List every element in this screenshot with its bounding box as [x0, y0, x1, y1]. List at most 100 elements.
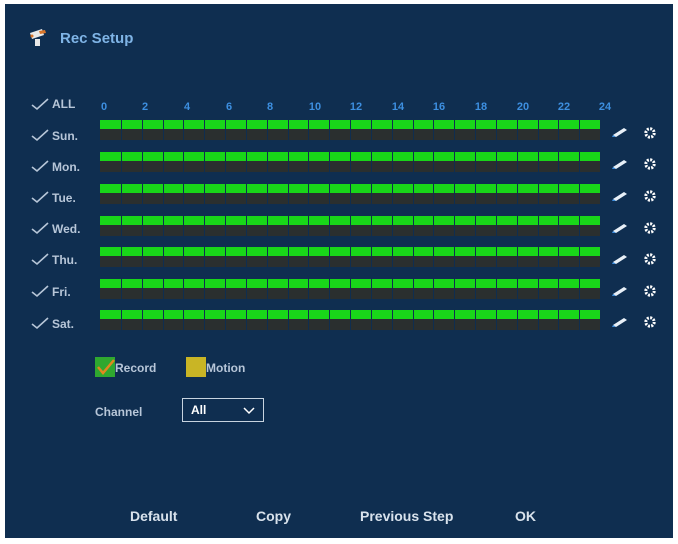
- all-checkbox[interactable]: [30, 97, 50, 111]
- schedule-row-sat[interactable]: [100, 310, 600, 330]
- hour-divider: [308, 152, 310, 172]
- schedule-row-tue[interactable]: [100, 184, 600, 204]
- tue-checkbox[interactable]: [30, 190, 50, 204]
- day-label-sun: Sun.: [52, 129, 78, 143]
- hour-divider: [287, 279, 289, 299]
- hour-divider: [245, 279, 247, 299]
- hour-divider: [225, 247, 226, 267]
- hour-divider: [141, 310, 143, 330]
- hour-divider: [204, 152, 206, 172]
- hour-divider: [412, 279, 414, 299]
- gear-icon[interactable]: [644, 222, 656, 234]
- hour-divider: [475, 279, 476, 299]
- all-label: ALL: [52, 97, 76, 111]
- pencil-icon[interactable]: [612, 159, 628, 169]
- hour-divider: [391, 310, 393, 330]
- hour-divider: [495, 247, 497, 267]
- hour-divider: [183, 184, 185, 204]
- day-label-wed: Wed.: [52, 222, 81, 236]
- schedule-row-sun[interactable]: [100, 120, 600, 140]
- fri-checkbox[interactable]: [30, 284, 50, 298]
- hour-divider: [412, 120, 414, 140]
- gear-icon[interactable]: [644, 158, 656, 170]
- hour-divider: [225, 310, 226, 330]
- pencil-icon[interactable]: [612, 286, 628, 296]
- hour-divider: [558, 310, 560, 330]
- hour-divider: [537, 152, 539, 172]
- hour-divider: [350, 216, 351, 236]
- hour-divider: [308, 310, 310, 330]
- channel-label: Channel: [95, 405, 143, 419]
- hour-label: 22: [557, 101, 571, 113]
- hour-divider: [120, 152, 122, 172]
- hour-divider: [475, 120, 476, 140]
- hour-divider: [370, 184, 372, 204]
- hour-divider: [579, 120, 581, 140]
- hour-label: 6: [225, 101, 233, 113]
- copy-button[interactable]: Copy: [256, 508, 291, 524]
- channel-select[interactable]: All: [182, 398, 264, 422]
- hour-divider: [120, 247, 122, 267]
- schedule-row-mon[interactable]: [100, 152, 600, 172]
- sun-checkbox[interactable]: [30, 128, 50, 142]
- hour-divider: [412, 216, 414, 236]
- hour-divider: [350, 247, 351, 267]
- hour-divider: [162, 310, 164, 330]
- schedule-row-fri[interactable]: [100, 279, 600, 299]
- hour-divider: [579, 310, 581, 330]
- hour-divider: [266, 216, 268, 236]
- hour-divider: [287, 310, 289, 330]
- hour-divider: [350, 152, 351, 172]
- default-button[interactable]: Default: [130, 508, 177, 524]
- hour-divider: [558, 216, 560, 236]
- hour-divider: [579, 279, 581, 299]
- hour-divider: [162, 152, 164, 172]
- mon-checkbox[interactable]: [30, 159, 50, 173]
- hour-divider: [245, 247, 247, 267]
- hour-divider: [266, 247, 268, 267]
- motion-legend-checkbox[interactable]: [186, 357, 206, 377]
- pencil-icon[interactable]: [612, 254, 628, 264]
- schedule-row-wed[interactable]: [100, 216, 600, 236]
- pencil-icon[interactable]: [612, 223, 628, 233]
- hour-divider: [162, 247, 164, 267]
- pencil-icon[interactable]: [612, 191, 628, 201]
- hour-divider: [558, 152, 560, 172]
- previous-step-button[interactable]: Previous Step: [360, 508, 453, 524]
- hour-divider: [475, 247, 476, 267]
- schedule-row-thu[interactable]: [100, 247, 600, 267]
- hour-divider: [433, 310, 435, 330]
- gear-icon[interactable]: [644, 190, 656, 202]
- hour-divider: [370, 152, 372, 172]
- wed-checkbox[interactable]: [30, 221, 50, 235]
- hour-divider: [245, 184, 247, 204]
- ok-button[interactable]: OK: [515, 508, 536, 524]
- hour-divider: [454, 152, 456, 172]
- hour-label: 20: [516, 101, 530, 113]
- record-legend-checkbox[interactable]: [95, 357, 115, 377]
- gear-icon[interactable]: [644, 253, 656, 265]
- gear-icon[interactable]: [644, 316, 656, 328]
- hour-divider: [245, 152, 247, 172]
- hour-divider: [350, 310, 351, 330]
- hour-divider: [370, 279, 372, 299]
- hour-divider: [287, 216, 289, 236]
- gear-icon[interactable]: [644, 127, 656, 139]
- hour-divider: [454, 247, 456, 267]
- hour-divider: [329, 120, 331, 140]
- pencil-icon[interactable]: [612, 127, 628, 137]
- hour-divider: [454, 279, 456, 299]
- gear-icon[interactable]: [644, 285, 656, 297]
- pencil-icon[interactable]: [612, 317, 628, 327]
- thu-checkbox[interactable]: [30, 252, 50, 266]
- sat-checkbox[interactable]: [30, 316, 50, 330]
- hour-divider: [370, 247, 372, 267]
- hour-divider: [370, 310, 372, 330]
- day-label-thu: Thu.: [52, 253, 78, 267]
- hour-label: 4: [183, 101, 191, 113]
- hour-divider: [141, 247, 143, 267]
- hour-divider: [162, 120, 164, 140]
- hour-divider: [141, 279, 143, 299]
- hour-divider: [454, 310, 456, 330]
- hour-divider: [329, 184, 331, 204]
